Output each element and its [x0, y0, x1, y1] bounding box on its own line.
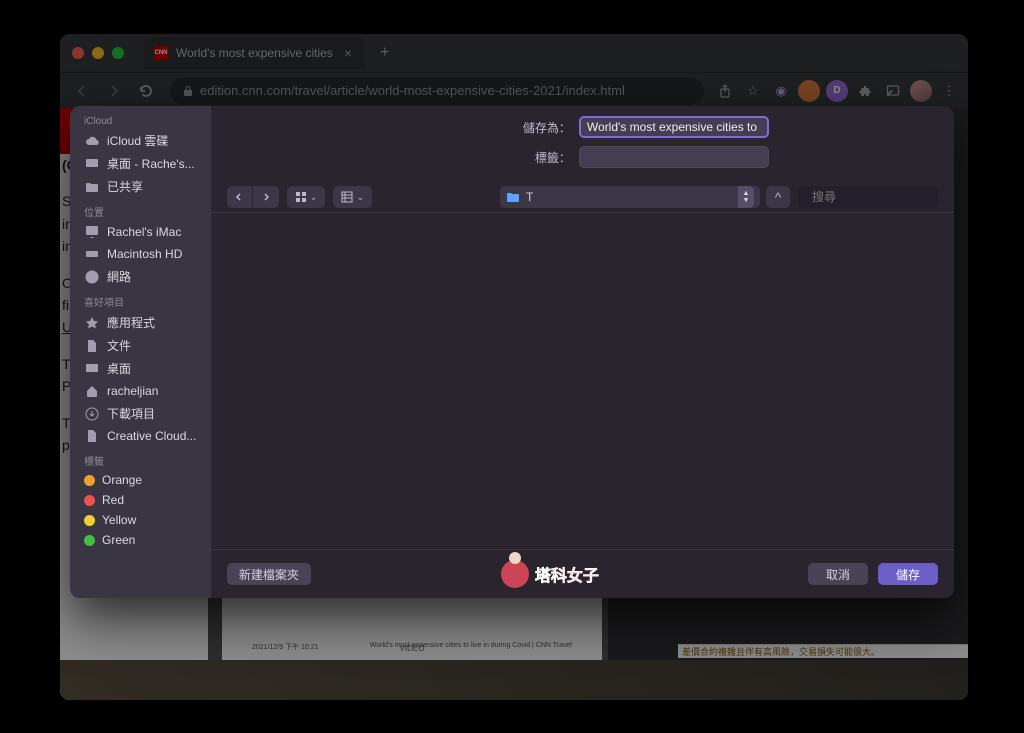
forward-folder-button[interactable] — [253, 186, 279, 208]
desktop-icon — [84, 361, 100, 377]
save-dialog-toolbar: ⌄ ⌄ T ▲▼ ^ — [211, 182, 954, 213]
desktop-icon — [84, 156, 100, 172]
save-button[interactable]: 儲存 — [878, 563, 938, 585]
doc-icon — [84, 428, 100, 444]
hdd-icon — [84, 246, 100, 262]
sidebar-item-shared[interactable]: 已共享 — [70, 175, 211, 198]
search-input[interactable] — [812, 190, 954, 204]
folder-icon — [506, 190, 520, 204]
chevron-updown-icon: ▲▼ — [738, 186, 754, 208]
sidebar-tag-orange[interactable]: Orange — [70, 470, 211, 490]
save-dialog-sidebar: iCloud iCloud 雲碟 桌面 - Rache's... 已共享 位置 … — [70, 106, 211, 598]
sidebar-item-desktop-icloud[interactable]: 桌面 - Rache's... — [70, 152, 211, 175]
file-list-area[interactable] — [211, 213, 954, 549]
home-icon — [84, 383, 100, 399]
search-field[interactable] — [798, 186, 938, 208]
sidebar-item-desktop[interactable]: 桌面 — [70, 357, 211, 380]
sidebar-item-macintosh-hd[interactable]: Macintosh HD — [70, 243, 211, 265]
view-mode-button[interactable]: ⌄ — [287, 186, 326, 208]
sidebar-item-network[interactable]: 網路 — [70, 265, 211, 288]
tag-dot-icon — [84, 535, 95, 546]
shared-folder-icon — [84, 179, 100, 195]
sidebar-section-locations: 位置 — [70, 198, 211, 221]
cancel-button[interactable]: 取消 — [808, 563, 868, 585]
app-icon — [84, 315, 100, 331]
tag-dot-icon — [84, 515, 95, 526]
new-folder-button[interactable]: 新建檔案夾 — [227, 563, 311, 585]
save-dialog-footer: 新建檔案夾 塔科女子 取消 儲存 — [211, 549, 954, 598]
watermark-icon — [501, 560, 529, 588]
tags-label: 標籤： — [231, 149, 571, 166]
sidebar-item-home[interactable]: racheljian — [70, 380, 211, 402]
sidebar-item-applications[interactable]: 應用程式 — [70, 311, 211, 334]
sidebar-item-documents[interactable]: 文件 — [70, 334, 211, 357]
sidebar-item-downloads[interactable]: 下載項目 — [70, 402, 211, 425]
collapse-dialog-button[interactable]: ^ — [766, 186, 790, 208]
sidebar-section-tags: 標籤 — [70, 447, 211, 470]
tag-dot-icon — [84, 475, 95, 486]
sidebar-item-imac[interactable]: Rachel's iMac — [70, 221, 211, 243]
sidebar-item-creative-cloud[interactable]: Creative Cloud... — [70, 425, 211, 447]
cloud-icon — [84, 133, 100, 149]
tag-dot-icon — [84, 495, 95, 506]
back-folder-button[interactable] — [227, 186, 253, 208]
save-as-label: 儲存為： — [231, 119, 571, 136]
save-dialog-main: 儲存為： 標籤： ⌄ ⌄ T — [211, 106, 954, 598]
sidebar-section-icloud: iCloud — [70, 110, 211, 129]
sidebar-tag-red[interactable]: Red — [70, 490, 211, 510]
sidebar-item-icloud-drive[interactable]: iCloud 雲碟 — [70, 129, 211, 152]
sidebar-tag-yellow[interactable]: Yellow — [70, 510, 211, 530]
tags-input[interactable] — [579, 146, 769, 168]
doc-icon — [84, 338, 100, 354]
sidebar-section-favorites: 喜好項目 — [70, 288, 211, 311]
nav-history-segment — [227, 186, 279, 208]
save-file-dialog: iCloud iCloud 雲碟 桌面 - Rache's... 已共享 位置 … — [70, 106, 954, 598]
save-as-input[interactable] — [579, 116, 769, 138]
globe-icon — [84, 269, 100, 285]
group-mode-button[interactable]: ⌄ — [333, 186, 372, 208]
watermark: 塔科女子 — [501, 560, 599, 588]
folder-path-dropdown[interactable]: T ▲▼ — [500, 186, 760, 208]
sidebar-tag-green[interactable]: Green — [70, 530, 211, 550]
download-icon — [84, 406, 100, 422]
imac-icon — [84, 224, 100, 240]
